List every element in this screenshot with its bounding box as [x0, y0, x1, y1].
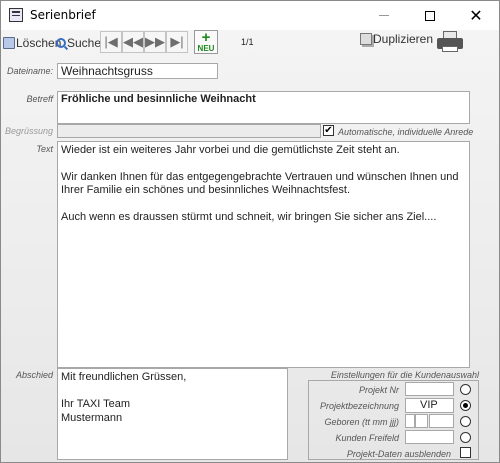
delete-button[interactable]: Löschen: [3, 32, 61, 54]
abschied-line: [61, 385, 284, 399]
duplicate-icon: [360, 33, 372, 45]
maximize-button[interactable]: [407, 1, 453, 30]
text-paragraph: Auch wenn es draussen stürmt und schneit…: [61, 210, 437, 223]
close-icon: ✕: [469, 6, 483, 25]
projekt-nr-field[interactable]: [405, 382, 454, 396]
geboren-year-field[interactable]: [429, 414, 454, 428]
search-button[interactable]: Suche: [56, 32, 101, 54]
first-record-icon: |◀: [104, 34, 118, 49]
projektbezeichnung-label: Projektbezeichnung: [319, 401, 399, 411]
print-button[interactable]: [435, 31, 465, 53]
auto-anrede-checkbox[interactable]: ✔: [323, 125, 334, 136]
plus-icon: +: [201, 29, 211, 46]
window-title: Serienbrief: [30, 8, 96, 22]
form-area: Löschen Suche |◀ ◀◀ ▶▶ ▶| + NEU 1/1 Dupl…: [1, 30, 499, 462]
duplicate-label: Duplizieren: [373, 32, 434, 46]
last-record-button[interactable]: ▶|: [166, 31, 188, 53]
previous-record-icon: ◀◀: [123, 34, 143, 49]
duplicate-button[interactable]: Duplizieren: [360, 32, 433, 46]
new-record-button[interactable]: + NEU: [194, 30, 218, 54]
abschied-line: Ihr TAXI Team: [61, 398, 131, 410]
abschied-line: Mustermann: [61, 411, 123, 424]
projekt-nr-label: Projekt Nr: [358, 385, 399, 395]
previous-record-button[interactable]: ◀◀: [122, 31, 144, 53]
delete-label: Löschen: [16, 36, 62, 50]
delete-icon: [3, 37, 15, 49]
toolbar: Löschen Suche |◀ ◀◀ ▶▶ ▶| + NEU 1/1 Dupl…: [1, 30, 499, 56]
ausblenden-label: Projekt-Daten ausblenden: [346, 449, 451, 459]
kunden-freifeld-field[interactable]: [405, 430, 454, 444]
record-counter: 1/1: [241, 37, 254, 47]
projektbezeichnung-radio[interactable]: [460, 400, 471, 411]
minimize-icon: [379, 15, 389, 16]
betreff-label: Betreff: [26, 94, 53, 104]
abschied-line: Mit freundlichen Grüssen,: [61, 371, 187, 383]
search-icon: [56, 38, 66, 48]
text-paragraph: Wir danken Ihnen für das entgegengebrach…: [61, 170, 459, 197]
geboren-month-field[interactable]: [415, 414, 428, 428]
minimize-button[interactable]: [361, 1, 407, 30]
close-button[interactable]: ✕: [453, 1, 499, 30]
kunden-freifeld-label: Kunden Freifeld: [335, 433, 399, 443]
app-icon: [9, 8, 23, 22]
abschied-field[interactable]: Mit freundlichen Grüssen, Ihr TAXI Team …: [57, 368, 288, 460]
first-record-button[interactable]: |◀: [100, 31, 122, 53]
geboren-day-field[interactable]: [405, 414, 415, 428]
filter-title: Einstellungen für die Kundenauswahl: [330, 370, 479, 380]
begruessung-field[interactable]: [57, 124, 321, 138]
maximize-icon: [425, 10, 435, 21]
title-bar: Serienbrief ✕: [1, 1, 499, 30]
dateiname-field[interactable]: Weihnachtsgruss: [57, 63, 218, 79]
text-body-field[interactable]: Wieder ist ein weiteres Jahr vorbei und …: [57, 141, 470, 368]
last-record-icon: ▶|: [170, 34, 184, 49]
text-paragraph: Wieder ist ein weiteres Jahr vorbei und …: [61, 144, 400, 156]
projekt-nr-radio[interactable]: [460, 384, 471, 395]
begruessung-label: Begrüssung: [4, 126, 53, 136]
search-label: Suche: [67, 36, 102, 50]
ausblenden-checkbox[interactable]: [460, 447, 471, 458]
next-record-button[interactable]: ▶▶: [144, 31, 166, 53]
check-icon: ✔: [324, 124, 333, 136]
next-record-icon: ▶▶: [145, 34, 165, 49]
kunden-freifeld-radio[interactable]: [460, 432, 471, 443]
text-label: Text: [36, 144, 53, 154]
geboren-label: Geboren (tt mm jjj): [324, 417, 399, 427]
dateiname-label: Dateiname:: [6, 66, 53, 76]
auto-anrede-label: Automatische, individuelle Anrede: [338, 127, 474, 137]
geboren-radio[interactable]: [460, 416, 471, 427]
betreff-field[interactable]: Fröhliche und besinnliche Weihnacht: [57, 91, 470, 124]
projektbezeichnung-field[interactable]: VIP: [405, 398, 454, 413]
abschied-label: Abschied: [15, 370, 53, 380]
serienbrief-window: Serienbrief ✕ Löschen Suche |◀ ◀◀ ▶▶ ▶| …: [0, 0, 500, 463]
new-label: NEU: [197, 44, 215, 53]
